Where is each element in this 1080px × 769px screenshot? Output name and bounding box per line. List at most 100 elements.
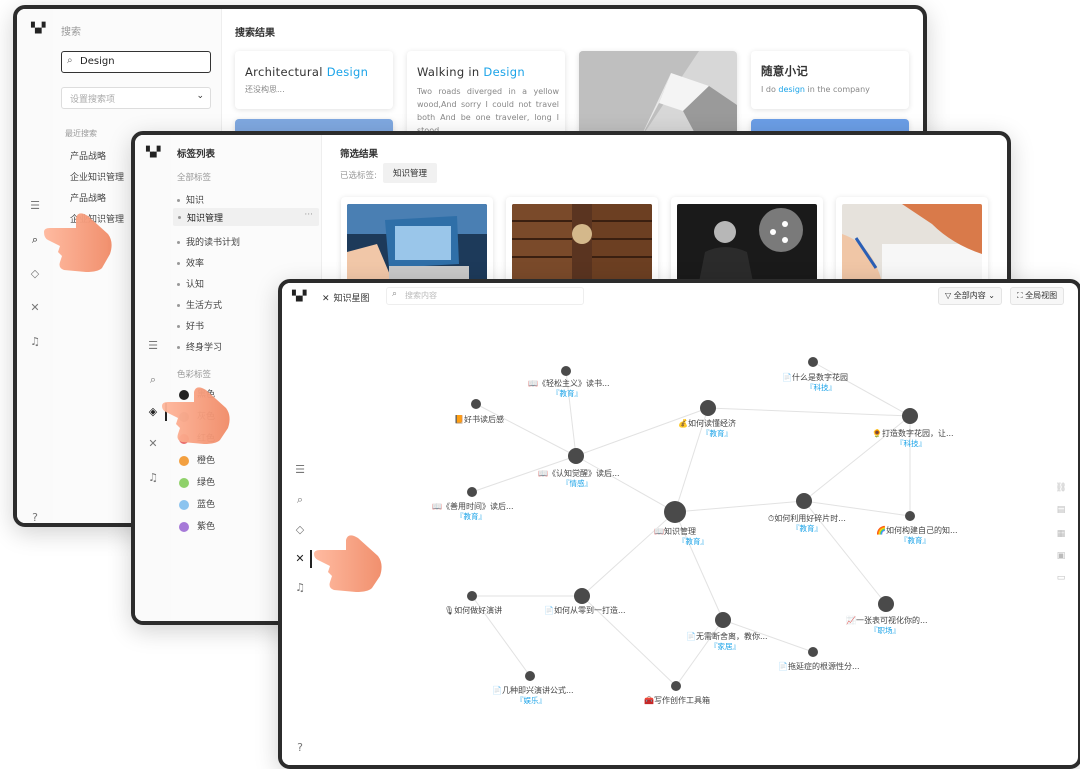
graph-node[interactable] [808,357,818,367]
architecture-image [579,51,737,141]
tag-item[interactable]: 生活方式 [177,298,222,311]
color-tag-label: 紫色 [197,522,216,532]
speaker-photo [677,204,817,282]
tag-item[interactable]: 我的读书计划 [177,235,240,248]
graph-node[interactable] [561,366,571,376]
graph-node-tag: 『家居』 [710,641,740,651]
result-card-image[interactable] [836,197,988,287]
tag-icon[interactable]: ◈ [146,405,160,419]
tag-item[interactable]: 知识 [177,193,204,206]
result-card-image[interactable] [579,51,737,141]
knowledge-graph[interactable]: 📖《轻松主义》读书...『教育』📙好书读后感 💰如何读懂经济『教育』📄什么是数字花… [282,283,1078,765]
result-card-image[interactable] [506,197,658,287]
outline-icon[interactable]: ☰ [28,199,42,213]
graph-node-title[interactable]: 📄什么是数字花园 [782,372,848,382]
card-excerpt: I do [761,85,779,94]
chevron-down-icon: ⌄ [196,91,204,101]
icon-rail: ▚▞ ☰ ⌕ ◈ ✕ ♫ [135,135,172,621]
graph-node[interactable] [671,681,681,691]
result-card[interactable]: 随意小记 I do design in the company [751,51,909,109]
graph-node-title[interactable]: 🎙如何做好演讲 [444,605,502,615]
recent-item[interactable]: 企业知识管理 [70,170,124,183]
graph-node-title[interactable]: 💰如何读懂经济 [678,418,736,428]
graph-node-title[interactable]: 📄几种即兴演讲公式... [492,685,574,695]
graph-node-title[interactable]: 📄拖延症的根源性分... [778,661,860,671]
recent-item[interactable]: 产品战略 [70,191,106,204]
graph-node-tag: 『情感』 [562,478,592,488]
bell-icon[interactable]: ♫ [28,335,42,349]
graph-node-title[interactable]: 📖《轻松主义》读书... [528,378,610,388]
laptop-photo [347,204,487,282]
all-tags-label: 全部标签 [177,173,212,183]
result-card-image[interactable] [341,197,493,287]
search-input[interactable]: ⌕ Design [61,51,211,73]
tag-label: 认知 [186,280,205,290]
help-icon[interactable]: ? [28,511,42,523]
color-tag-item[interactable]: 绿色 [179,475,215,488]
sidebar-title: 标签列表 [177,149,216,160]
graph-icon[interactable]: ✕ [146,437,160,451]
tag-item-selected[interactable]: 知识管理 ··· [173,208,319,226]
graph-node[interactable] [715,612,731,628]
tag-icon[interactable]: ◇ [28,267,42,281]
graph-node-title[interactable]: ⏱如何利用好碎片时... [768,513,846,523]
graph-node-title[interactable]: 📖《认知觉醒》读后... [538,468,620,478]
tag-item[interactable]: 终身学习 [177,340,222,353]
graph-node[interactable] [664,501,686,523]
graph-node[interactable] [902,408,918,424]
color-tag-item[interactable]: 蓝色 [179,497,215,510]
pointer-hand-icon [314,535,382,592]
tag-label: 知识管理 [187,214,224,224]
tag-item[interactable]: 好书 [177,319,204,332]
graph-node-title[interactable]: 📄如何从零到一打造... [544,605,626,615]
graph-node[interactable] [467,487,477,497]
graph-node-title[interactable]: 📙好书读后感 [454,414,504,424]
sidebar-title: 搜索 [61,27,81,38]
color-tag-item[interactable]: 紫色 [179,519,215,532]
graph-node[interactable] [574,588,590,604]
graph-node-title[interactable]: 📖《善用时间》读后... [432,501,514,511]
card-excerpt: 还没构思... [245,85,285,94]
bell-icon[interactable]: ♫ [146,471,160,485]
graph-node[interactable] [568,448,584,464]
more-icon[interactable]: ··· [304,210,313,220]
color-tag-item[interactable]: 橙色 [179,453,215,466]
graph-node-title[interactable]: 🧰写作创作工具箱 [644,695,710,705]
graph-node[interactable] [796,493,812,509]
graph-node[interactable] [808,647,818,657]
outline-icon[interactable]: ☰ [146,339,160,353]
search-icon[interactable]: ⌕ [28,233,42,247]
graph-node-title[interactable]: 📈一张表可视化你的... [846,615,928,625]
graph-icon[interactable]: ✕ [28,301,42,315]
tag-item[interactable]: 效率 [177,256,204,269]
graph-node[interactable] [467,591,477,601]
graph-node[interactable] [471,399,481,409]
tag-label: 好书 [186,322,205,332]
card-excerpt-highlight: design [778,85,805,94]
graph-node[interactable] [905,511,915,521]
card-title: Architectural [245,65,327,79]
search-input-value: Design [80,56,115,67]
graph-node[interactable] [700,400,716,416]
graph-edge [675,619,724,687]
tag-label: 知识 [186,196,205,206]
result-card-image[interactable] [671,197,823,287]
graph-node-title[interactable]: 📖知识管理 [654,526,696,536]
graph-node[interactable] [525,671,535,681]
search-option-select[interactable]: 设置搜索项 ⌄ [61,87,211,109]
selected-label: 已选标签: [340,171,377,181]
library-photo [512,204,652,282]
result-card[interactable]: Architectural Design 还没构思... [235,51,393,109]
card-title: Walking in [417,65,484,79]
search-icon[interactable]: ⌕ [146,373,160,387]
recent-item[interactable]: 产品战略 [70,149,106,162]
graph-node-title[interactable]: 🌻打造数字花园，让... [872,428,954,438]
selected-tag-chip[interactable]: 知识管理 [383,163,438,183]
graph-node-title[interactable]: 📄无需断舍离，教你... [686,631,768,641]
graph-edge [475,403,577,457]
graph-node-title[interactable]: 🌈如何构建自己的知... [876,525,958,535]
graph-nodes: 📖《轻松主义》读书...『教育』📙好书读后感 💰如何读懂经济『教育』📄什么是数字花… [432,357,958,705]
graph-node[interactable] [878,596,894,612]
result-card[interactable]: Walking in Design Two roads diverged in … [407,51,565,141]
tag-item[interactable]: 认知 [177,277,204,290]
